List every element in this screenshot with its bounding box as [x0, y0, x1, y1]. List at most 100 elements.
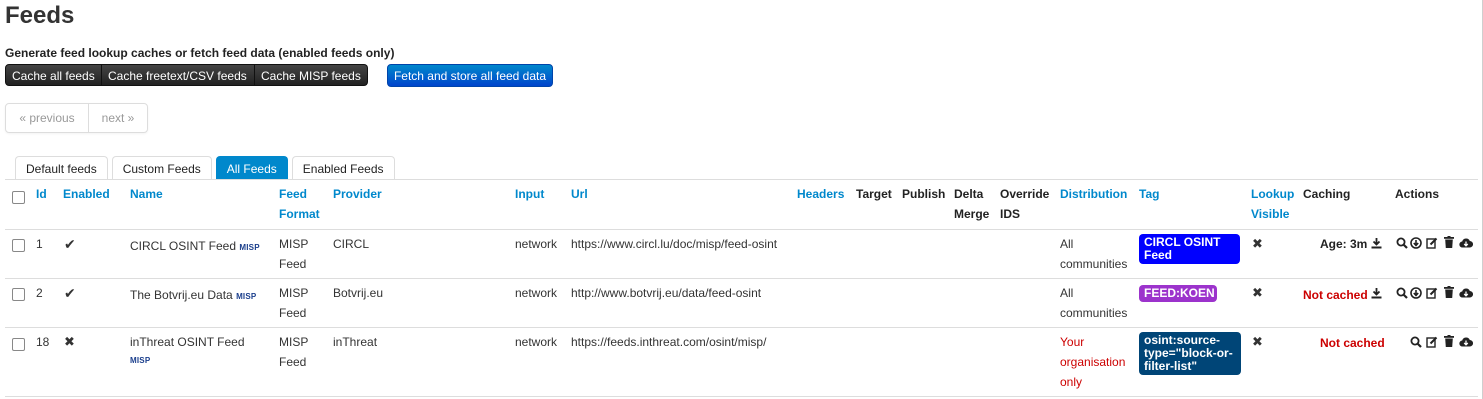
feed-name: CIRCL OSINT Feed MISP	[130, 236, 260, 258]
feed-url: https://www.circl.lu/doc/misp/feed-osint	[571, 237, 778, 251]
feed-distribution-line2: communities	[1060, 257, 1128, 271]
feed-input: network	[515, 237, 558, 251]
feed-format: MISP Feed	[279, 332, 308, 372]
save-icon[interactable]	[1371, 237, 1382, 249]
fetch-all-feed-data-button[interactable]: Fetch and store all feed data	[387, 64, 553, 87]
column-header-delta-merge: Delta Merge	[954, 184, 989, 224]
column-header-feed-format[interactable]: Feed Format	[279, 184, 320, 224]
column-header-enabled[interactable]: Enabled	[63, 184, 110, 204]
feed-tag-line3: filter-list"	[1144, 359, 1198, 373]
feed-id: 18	[36, 335, 50, 349]
feed-format: MISP Feed	[279, 234, 308, 274]
cloud-download-icon[interactable]	[1459, 336, 1473, 348]
cloud-download-icon[interactable]	[1459, 287, 1473, 299]
search-icon[interactable]	[1396, 287, 1408, 299]
pagination: « previous next »	[5, 103, 148, 133]
tab-default-feeds[interactable]: Default feeds	[15, 156, 108, 180]
feed-format-line2: Feed	[279, 355, 307, 369]
feed-tag[interactable]: osint:source- type="block-or- filter-lis…	[1139, 332, 1241, 375]
page-title: Feeds	[5, 2, 75, 29]
enabled-check-icon: ✔	[64, 285, 76, 301]
edit-icon[interactable]	[1426, 336, 1438, 348]
download-icon[interactable]	[1410, 237, 1422, 249]
column-header-delta-merge-line2: Merge	[954, 207, 990, 221]
cloud-download-icon[interactable]	[1459, 237, 1473, 249]
misp-feed-badge: MISP	[236, 292, 257, 301]
feed-distribution-line2: communities	[1060, 306, 1128, 320]
column-header-lookup-visible-line2: Visible	[1251, 207, 1290, 221]
feed-format: MISP Feed	[279, 283, 308, 323]
column-header-distribution[interactable]: Distribution	[1060, 184, 1127, 204]
search-icon[interactable]	[1410, 336, 1422, 348]
feed-name-text: The Botvrij.eu Data	[130, 288, 233, 302]
caching-age: Age: 3m	[1320, 237, 1368, 251]
feed-url: http://www.botvrij.eu/data/feed-osint	[571, 286, 762, 300]
tab-all-feeds[interactable]: All Feeds	[215, 156, 288, 180]
edit-icon[interactable]	[1426, 287, 1438, 299]
feed-name: The Botvrij.eu Data MISP	[130, 285, 256, 307]
column-header-tag[interactable]: Tag	[1139, 184, 1159, 204]
lookup-visible-cross-icon: ✖	[1252, 236, 1263, 251]
column-header-feed-format-line1: Feed	[279, 187, 308, 201]
tab-custom-feeds[interactable]: Custom Feeds	[111, 156, 212, 180]
feed-name-text: inThreat OSINT Feed	[130, 335, 245, 349]
feed-provider: Botvrij.eu	[333, 286, 384, 300]
download-icon[interactable]	[1410, 287, 1422, 299]
previous-page-link[interactable]: « previous	[6, 104, 89, 132]
feed-distribution-line1: Your	[1060, 335, 1085, 349]
tab-enabled-feeds[interactable]: Enabled Feeds	[291, 156, 395, 180]
column-header-provider[interactable]: Provider	[333, 184, 382, 204]
feed-id: 1	[36, 237, 43, 251]
feed-tag-line1: FEED:KOEN	[1144, 286, 1215, 300]
column-header-publish: Publish	[902, 187, 946, 201]
feed-format-line2: Feed	[279, 257, 307, 271]
column-header-target: Target	[856, 187, 892, 201]
row-divider	[5, 229, 1478, 230]
feed-distribution-line2: organisation	[1060, 355, 1126, 369]
column-header-lookup-visible[interactable]: Lookup Visible	[1251, 184, 1294, 224]
trash-icon[interactable]	[1444, 335, 1454, 347]
enabled-check-icon: ✔	[64, 236, 76, 252]
feed-distribution-line3: only	[1060, 375, 1083, 389]
edit-icon[interactable]	[1426, 237, 1438, 249]
next-page-link[interactable]: next »	[89, 104, 147, 132]
feed-name-text: CIRCL OSINT Feed	[130, 239, 237, 253]
column-header-name[interactable]: Name	[130, 184, 163, 204]
cache-all-feeds-button[interactable]: Cache all feeds	[5, 64, 102, 86]
page-subtitle: Generate feed lookup caches or fetch fee…	[5, 46, 395, 60]
cache-misp-feeds-button[interactable]: Cache MISP feeds	[255, 64, 368, 86]
row-divider	[5, 278, 1478, 279]
row-divider	[5, 396, 1478, 397]
feed-distribution-line1: All	[1060, 237, 1074, 251]
trash-icon[interactable]	[1444, 286, 1454, 298]
select-all-checkbox[interactable]	[12, 191, 25, 204]
feed-distribution: All communities	[1060, 234, 1127, 274]
enabled-cross-icon: ✖	[64, 334, 75, 349]
trash-icon[interactable]	[1444, 236, 1454, 248]
feed-format-line1: MISP	[279, 335, 309, 349]
table-header-top-border	[5, 179, 1478, 180]
search-icon[interactable]	[1396, 237, 1408, 249]
column-header-lookup-visible-line1: Lookup	[1251, 187, 1295, 201]
feed-tag[interactable]: CIRCL OSINT Feed	[1139, 234, 1240, 264]
column-header-override-ids-line2: IDS	[1000, 207, 1021, 221]
row-select-checkbox[interactable]	[12, 239, 25, 252]
row-select-checkbox[interactable]	[12, 288, 25, 301]
feed-tag-line2: Feed	[1144, 248, 1173, 262]
column-header-url[interactable]: Url	[571, 184, 588, 204]
row-divider	[5, 327, 1478, 328]
column-header-id[interactable]: Id	[36, 184, 47, 204]
cache-freetext-feeds-button[interactable]: Cache freetext/CSV feeds	[102, 64, 255, 86]
feed-format-line1: MISP	[279, 237, 309, 251]
lookup-visible-cross-icon: ✖	[1252, 334, 1263, 349]
column-header-headers[interactable]: Headers	[797, 184, 844, 204]
feed-distribution-line1: All	[1060, 286, 1074, 300]
column-header-input[interactable]: Input	[515, 184, 544, 204]
column-header-override-ids-line1: Override	[1000, 187, 1050, 201]
feed-provider: inThreat	[333, 335, 378, 349]
feed-input: network	[515, 335, 558, 349]
row-select-checkbox[interactable]	[12, 338, 25, 351]
column-header-actions: Actions	[1395, 187, 1440, 201]
save-icon[interactable]	[1371, 287, 1382, 299]
feed-tag[interactable]: FEED:KOEN	[1139, 285, 1217, 302]
